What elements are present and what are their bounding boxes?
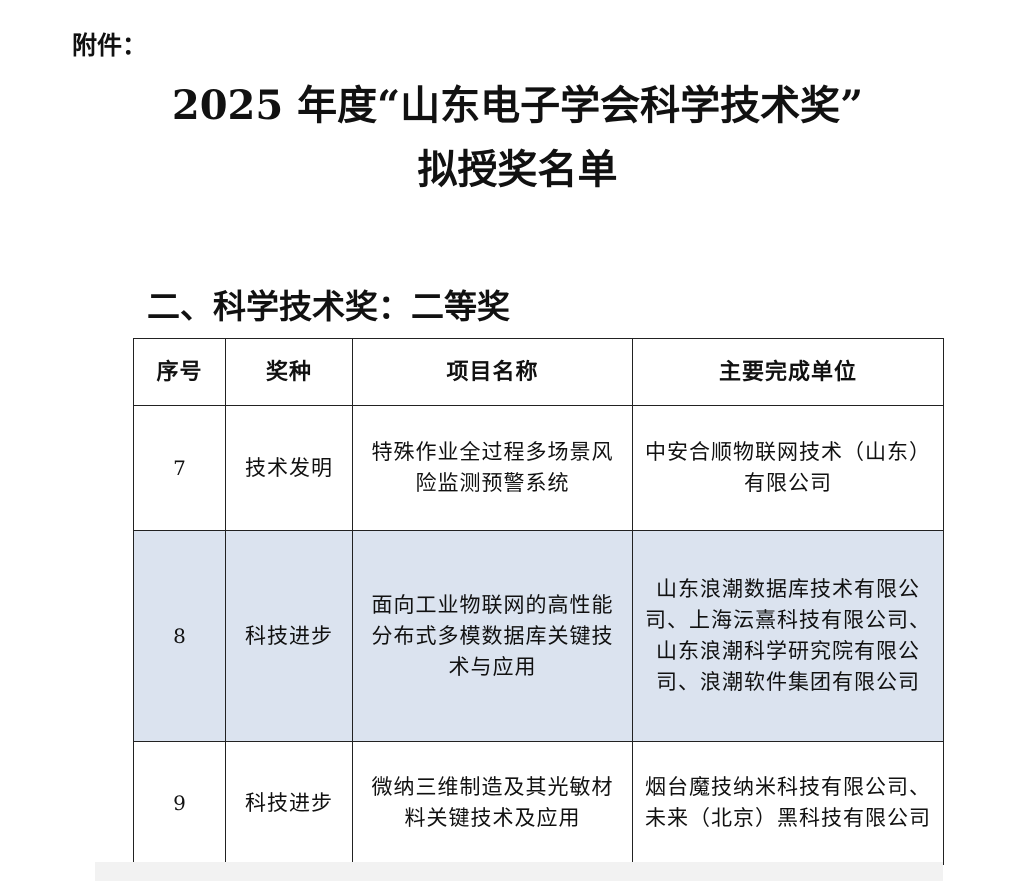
table-row: 9 科技进步 微纳三维制造及其光敏材料关键技术及应用 烟台魔技纳米科技有限公司、…	[133, 741, 944, 865]
page-bottom-shadow	[95, 862, 943, 881]
document-title-line2: 拟授奖名单	[417, 146, 618, 193]
section-heading: 二、科学技术奖：二等奖	[147, 287, 510, 326]
table-row: 7 技术发明 特殊作业全过程多场景风险监测预警系统 中安合顺物联网技术（山东）有…	[133, 405, 944, 531]
award-table-container: 序号 奖种 项目名称 主要完成单位 7 技术发明 特殊作业全过程多场景风险监测预…	[133, 338, 944, 868]
attachment-label: 附件：	[72, 31, 148, 60]
main-units-cell: 山东浪潮数据库技术有限公司、上海沄熹科技有限公司、山东浪潮科学研究院有限公司、浪…	[632, 530, 944, 742]
project-name-cell: 特殊作业全过程多场景风险监测预警系统	[352, 405, 633, 531]
header-project-name: 项目名称	[352, 338, 633, 406]
table-row-highlighted: 8 科技进步 面向工业物联网的高性能分布式多模数据库关键技术与应用 山东浪潮数据…	[133, 530, 944, 742]
main-units-cell: 中安合顺物联网技术（山东）有限公司	[632, 405, 944, 531]
project-name-cell: 面向工业物联网的高性能分布式多模数据库关键技术与应用	[352, 530, 633, 742]
table-header-row: 序号 奖种 项目名称 主要完成单位	[133, 338, 944, 406]
award-type-cell: 技术发明	[225, 405, 353, 531]
header-main-units: 主要完成单位	[632, 338, 944, 406]
main-units-cell: 烟台魔技纳米科技有限公司、未来（北京）黑科技有限公司	[632, 741, 944, 865]
serial-cell: 9	[133, 741, 226, 865]
document-title-line1: 2025 年度“山东电子学会科学技术奖”	[171, 82, 864, 129]
header-award-type: 奖种	[225, 338, 353, 406]
award-table: 序号 奖种 项目名称 主要完成单位 7 技术发明 特殊作业全过程多场景风险监测预…	[133, 338, 944, 865]
award-type-cell: 科技进步	[225, 741, 353, 865]
project-name-cell: 微纳三维制造及其光敏材料关键技术及应用	[352, 741, 633, 865]
award-type-cell: 科技进步	[225, 530, 353, 742]
header-serial: 序号	[133, 338, 226, 406]
serial-cell: 7	[133, 405, 226, 531]
serial-cell: 8	[133, 530, 226, 742]
